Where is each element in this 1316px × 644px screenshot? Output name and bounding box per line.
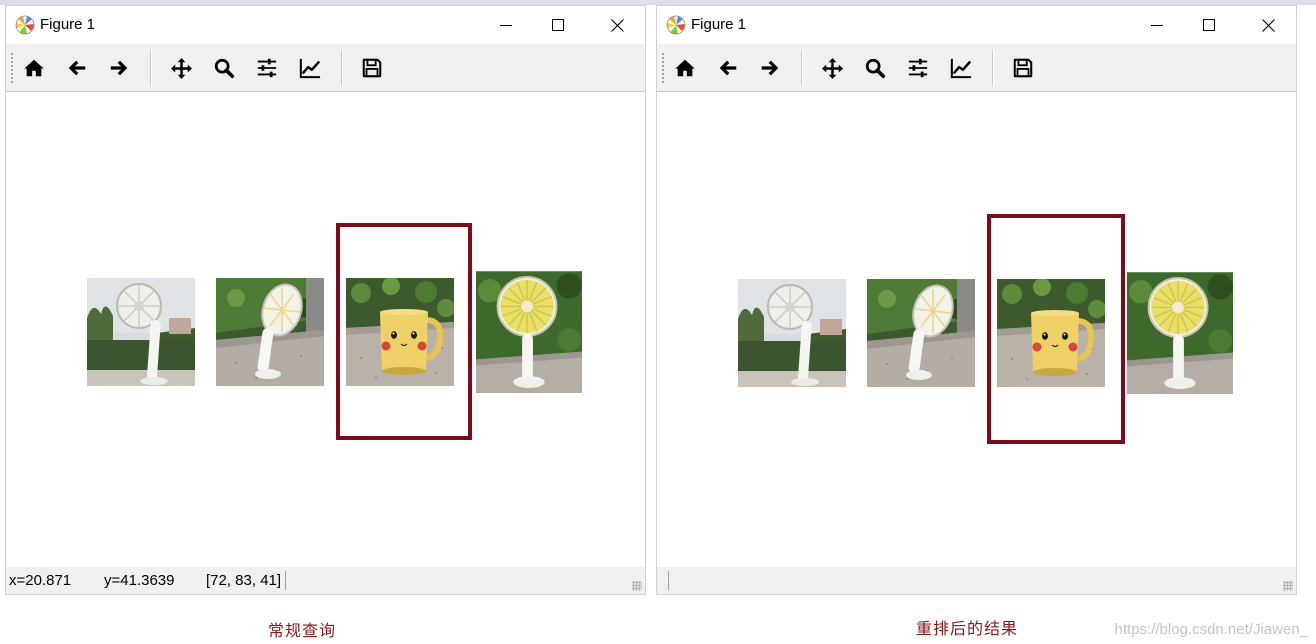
- toolbar-separator: [801, 50, 803, 86]
- forward-button[interactable]: [755, 53, 785, 83]
- forward-button[interactable]: [104, 53, 134, 83]
- fan-image: [476, 270, 582, 394]
- fan-image: [867, 279, 975, 387]
- y-coordinate: y=41.3639: [104, 572, 175, 589]
- save-icon: [361, 57, 383, 79]
- forward-arrow-icon: [108, 57, 130, 79]
- caption-reranked-results: 重排后的结果: [916, 619, 1019, 638]
- thumbnail-fan-ledge: [216, 278, 324, 386]
- status-divider: [668, 571, 669, 590]
- zoom-icon: [213, 57, 235, 79]
- toolbar-grip[interactable]: [10, 52, 14, 84]
- home-icon: [23, 57, 45, 79]
- thumbnail-yellow-fan: [476, 270, 582, 394]
- title-bar[interactable]: Figure 1: [6, 6, 645, 44]
- subplots-icon: [907, 57, 929, 79]
- home-button[interactable]: [19, 53, 49, 83]
- toolbar-grip[interactable]: [661, 52, 665, 84]
- close-button[interactable]: [594, 10, 640, 40]
- zoom-icon: [864, 57, 886, 79]
- edit-axes-icon: [298, 57, 322, 79]
- pan-icon: [170, 57, 193, 80]
- pan-button[interactable]: [817, 53, 847, 83]
- fan-image: [216, 278, 324, 386]
- zoom-button[interactable]: [860, 53, 890, 83]
- resize-grip[interactable]: [1283, 581, 1293, 591]
- back-arrow-icon: [66, 57, 88, 79]
- fan-image: [87, 278, 195, 386]
- pan-icon: [821, 57, 844, 80]
- highlight-box: [987, 214, 1125, 444]
- toolbar-separator: [992, 50, 994, 86]
- toolbar-separator: [341, 50, 343, 86]
- back-button[interactable]: [62, 53, 92, 83]
- toolbar-separator: [150, 50, 152, 86]
- maximize-button[interactable]: [535, 10, 581, 40]
- watermark: https://blog.csdn.net/Jiawen_: [1114, 621, 1308, 638]
- back-arrow-icon: [717, 57, 739, 79]
- figure-canvas[interactable]: [6, 92, 645, 567]
- window-title: Figure 1: [40, 16, 96, 33]
- thumbnail-fan-garden: [738, 279, 846, 387]
- matplotlib-app-icon: [15, 15, 35, 35]
- minimize-button[interactable]: [483, 10, 529, 40]
- title-bar[interactable]: Figure 1: [657, 6, 1296, 44]
- subplots-button[interactable]: [903, 53, 933, 83]
- close-button[interactable]: [1245, 10, 1291, 40]
- close-icon: [610, 18, 624, 32]
- subplots-button[interactable]: [252, 53, 282, 83]
- minimize-icon: [1151, 25, 1163, 26]
- matplotlib-app-icon: [666, 15, 686, 35]
- zoom-button[interactable]: [209, 53, 239, 83]
- figure-window-left[interactable]: Figure 1 x=20.871 y=41.3639 [72, 83, 41]: [5, 5, 646, 595]
- fan-image: [738, 279, 846, 387]
- save-button[interactable]: [357, 53, 387, 83]
- close-icon: [1261, 18, 1275, 32]
- status-bar: [657, 567, 1296, 594]
- save-button[interactable]: [1008, 53, 1038, 83]
- thumbnail-yellow-fan: [1127, 271, 1233, 395]
- home-icon: [674, 57, 696, 79]
- edit-axes-icon: [949, 57, 973, 79]
- highlight-box: [336, 223, 472, 440]
- maximize-icon: [1203, 19, 1215, 31]
- thumbnail-fan-garden: [87, 278, 195, 386]
- pixel-rgb-value: [72, 83, 41]: [206, 572, 282, 589]
- figure-canvas[interactable]: [657, 92, 1296, 567]
- window-title: Figure 1: [691, 16, 747, 33]
- caption-regular-query: 常规查询: [268, 621, 337, 640]
- maximize-button[interactable]: [1186, 10, 1232, 40]
- pan-button[interactable]: [166, 53, 196, 83]
- x-coordinate: x=20.871: [9, 572, 72, 589]
- edit-axes-button[interactable]: [295, 53, 325, 83]
- minimize-icon: [500, 25, 512, 26]
- navigation-toolbar: [657, 44, 1296, 92]
- fan-image: [1127, 271, 1233, 395]
- navigation-toolbar: [6, 44, 645, 92]
- back-button[interactable]: [713, 53, 743, 83]
- resize-grip[interactable]: [632, 581, 642, 591]
- save-icon: [1012, 57, 1034, 79]
- home-button[interactable]: [670, 53, 700, 83]
- edit-axes-button[interactable]: [946, 53, 976, 83]
- minimize-button[interactable]: [1134, 10, 1180, 40]
- subplots-icon: [256, 57, 278, 79]
- forward-arrow-icon: [759, 57, 781, 79]
- thumbnail-fan-ledge: [867, 279, 975, 387]
- figure-window-right[interactable]: Figure 1: [656, 5, 1297, 595]
- maximize-icon: [552, 19, 564, 31]
- status-bar: x=20.871 y=41.3639 [72, 83, 41]: [6, 567, 645, 594]
- status-divider: [285, 571, 286, 590]
